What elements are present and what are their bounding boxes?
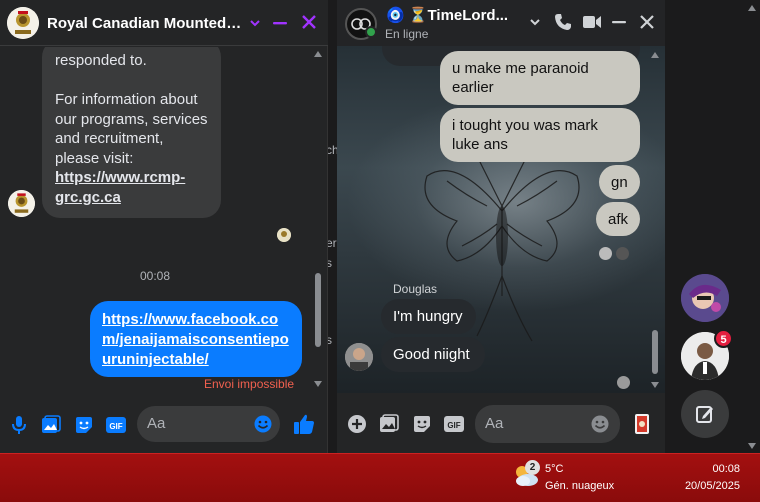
quick-reaction-icon[interactable]: [633, 413, 651, 435]
scrollbar[interactable]: [650, 46, 660, 393]
scroll-down-arrow[interactable]: [748, 443, 756, 449]
message-text: responded to.: [55, 52, 147, 69]
composer: GIF Aa: [0, 393, 328, 453]
close-icon[interactable]: [639, 14, 655, 30]
photo-icon[interactable]: [379, 414, 399, 434]
chat-title[interactable]: Royal Canadian Mounted ...: [47, 15, 242, 32]
close-icon[interactable]: [301, 14, 317, 30]
taskbar: [0, 453, 760, 502]
sticker-icon[interactable]: [74, 415, 94, 435]
scroll-thumb[interactable]: [315, 273, 321, 347]
composer-placeholder: Aa: [485, 415, 504, 432]
weather-alert-badge: 2: [525, 460, 540, 475]
gif-icon[interactable]: GIF: [443, 414, 465, 434]
message-list[interactable]: responded to. For information about our …: [0, 47, 328, 393]
chevron-down-icon[interactable]: [529, 16, 541, 28]
emoji-icon[interactable]: [254, 415, 272, 433]
composer: GIF Aa: [337, 393, 665, 453]
outgoing-message[interactable]: afk: [596, 202, 640, 236]
timelord-chat-window: 🧿 ⏳TimeLord... En ligne u make me parano…: [337, 0, 665, 453]
sender-avatar[interactable]: [8, 190, 35, 217]
plus-circle-icon[interactable]: [347, 414, 367, 434]
outgoing-message[interactable]: i tought you was mark luke ans: [440, 108, 640, 162]
video-call-icon[interactable]: [582, 14, 602, 30]
send-failed-status[interactable]: Envoi impossible: [204, 377, 294, 391]
presence-status: En ligne: [385, 27, 429, 41]
scroll-down-arrow[interactable]: [314, 381, 322, 387]
svg-text:GIF: GIF: [109, 422, 122, 431]
phone-icon[interactable]: [554, 13, 572, 31]
chat-header: 🧿 ⏳TimeLord... En ligne: [337, 0, 665, 46]
outgoing-message[interactable]: gn: [599, 165, 640, 199]
compose-icon: [696, 406, 713, 423]
minimize-icon[interactable]: [611, 14, 627, 30]
incoming-message[interactable]: I'm hungry: [381, 299, 476, 334]
incoming-message[interactable]: responded to. For information about our …: [42, 47, 221, 218]
sender-name: Douglas: [393, 282, 438, 296]
scrollbar[interactable]: [313, 47, 323, 393]
timestamp-separator: 00:08: [139, 269, 171, 283]
incoming-message[interactable]: Good niight: [381, 337, 485, 372]
chat-head-avatar[interactable]: [681, 274, 729, 322]
emoji-icon[interactable]: [591, 415, 609, 433]
seen-avatar: [617, 376, 630, 389]
seen-avatar: [599, 247, 612, 260]
sender-avatar[interactable]: [345, 343, 373, 371]
new-message-button[interactable]: [681, 390, 729, 438]
scroll-up-arrow[interactable]: [651, 52, 659, 58]
composer-placeholder: Aa: [147, 415, 166, 432]
seen-avatar: [277, 228, 291, 242]
like-icon[interactable]: [293, 413, 315, 435]
gif-icon[interactable]: GIF: [105, 415, 127, 435]
rcmp-chat-window: Royal Canadian Mounted ... responded to.…: [0, 0, 328, 453]
rcmp-avatar[interactable]: [7, 7, 39, 39]
unread-badge: 5: [714, 329, 733, 348]
clock-time[interactable]: 00:08: [700, 463, 740, 475]
rcmp-link[interactable]: https://www.rcmp-grc.gc.ca: [55, 169, 185, 206]
chevron-down-icon[interactable]: [249, 17, 261, 29]
microphone-icon[interactable]: [11, 415, 27, 435]
chat-title[interactable]: 🧿 ⏳TimeLord...: [386, 6, 508, 24]
sticker-icon[interactable]: [412, 414, 432, 434]
minimize-icon[interactable]: [272, 15, 288, 31]
scroll-up-arrow[interactable]: [748, 5, 756, 11]
clock-date[interactable]: 20/05/2025: [660, 480, 740, 492]
photo-icon[interactable]: [41, 415, 61, 435]
weather-temperature[interactable]: 5°C: [545, 463, 563, 475]
message-text: For information about our programs, serv…: [55, 91, 208, 167]
online-indicator: [365, 26, 377, 38]
facebook-link[interactable]: https://www.facebook.com/jenaijamaiscons…: [102, 311, 289, 368]
page-scrollbar[interactable]: [744, 0, 760, 453]
scroll-up-arrow[interactable]: [314, 51, 322, 57]
scroll-down-arrow[interactable]: [651, 382, 659, 388]
seen-avatar: [616, 247, 629, 260]
svg-text:GIF: GIF: [447, 421, 460, 430]
outgoing-message[interactable]: u make me paranoid earlier: [440, 51, 640, 105]
chat-header: Royal Canadian Mounted ...: [0, 0, 328, 46]
weather-description[interactable]: Gén. nuageux: [545, 480, 614, 492]
scroll-thumb[interactable]: [652, 330, 658, 374]
outgoing-message[interactable]: https://www.facebook.com/jenaijamaiscons…: [90, 301, 302, 377]
